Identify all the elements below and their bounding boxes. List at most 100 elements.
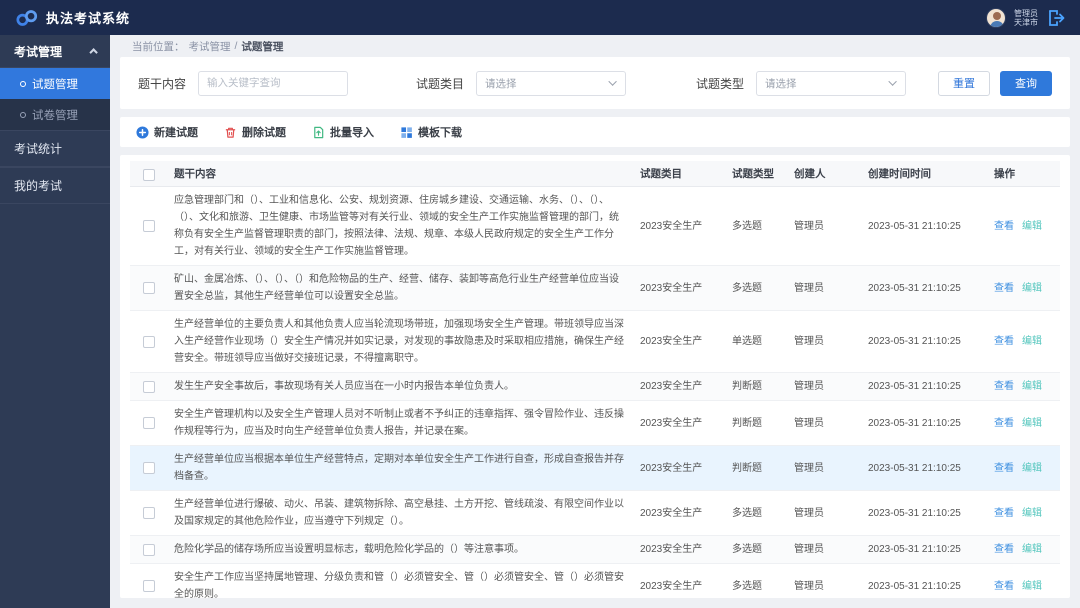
type-select-value: 请选择 [765,77,797,90]
view-link[interactable]: 查看 [994,541,1014,558]
template-grid-icon [401,126,412,138]
view-link[interactable]: 查看 [994,218,1014,235]
sidebar: 考试管理 试题管理 试卷管理 考试统计 我的考试 [0,35,110,608]
question-content: 应急管理部门和（）、工业和信息化、公安、规划资源、住房城乡建设、交通运输、水务、… [174,195,619,257]
edit-link[interactable]: 编辑 [1022,378,1042,395]
question-creator: 管理员 [794,417,824,429]
question-created-time: 2023-05-31 21:10:25 [868,580,961,592]
batch-import-button[interactable]: 批量导入 [312,124,374,140]
top-header: 执法考试系统 管理员 天津市 [0,0,1080,35]
edit-link[interactable]: 编辑 [1022,333,1042,350]
view-link[interactable]: 查看 [994,578,1014,595]
question-content: 发生生产安全事故后，事故现场有关人员应当在一小时内报告本单位负责人。 [174,381,514,392]
sidebar-item-label: 考试统计 [14,142,63,156]
delete-question-label: 删除试题 [242,127,286,139]
table-row: 矿山、金属冶炼、（）、（）、（）和危险物品的生产、经营、储存、装卸等高危行业生产… [130,266,1060,311]
table-row: 安全生产工作应当坚持属地管理、分级负责和管（）必须管安全、管（）必须管安全、管（… [130,564,1060,608]
question-creator: 管理员 [794,381,824,392]
table-row: 安全生产管理机构以及安全生产管理人员对不听制止或者不予纠正的违章指挥、强令冒险作… [130,401,1060,446]
question-created-time: 2023-05-31 21:10:25 [868,282,961,294]
row-checkbox[interactable] [143,220,155,232]
sidebar-item-paper-management[interactable]: 试卷管理 [0,99,110,130]
app-root: 执法考试系统 管理员 天津市 考试管理 试题管理 试卷管理 考试统计 我的考试 … [0,0,1080,608]
main-content: 当前位置： 考试管理 / 试题管理 题干内容 试题类目 请选择 试题类型 请选择 [110,35,1080,608]
view-link[interactable]: 查看 [994,460,1014,477]
table-toolbar: 新建试题 删除试题 批量导入 模板下载 [120,117,1070,147]
question-category: 2023安全生产 [640,417,703,429]
question-content: 矿山、金属冶炼、（）、（）、（）和危险物品的生产、经营、储存、装卸等高危行业生产… [174,274,619,302]
avatar[interactable] [986,7,1006,28]
question-creator: 管理员 [794,580,824,592]
question-created-time: 2023-05-31 21:10:25 [868,462,961,474]
question-category: 2023安全生产 [640,282,703,294]
new-question-label: 新建试题 [154,127,198,139]
type-label: 试题类型 [696,76,745,91]
header-type: 试题类型 [732,168,774,180]
question-category: 2023安全生产 [640,580,703,592]
edit-link[interactable]: 编辑 [1022,415,1042,432]
row-checkbox[interactable] [143,507,155,519]
edit-link[interactable]: 编辑 [1022,218,1042,235]
sidebar-item-my-exams[interactable]: 我的考试 [0,167,110,204]
sidebar-item-exam-statistics[interactable]: 考试统计 [0,130,110,167]
type-select[interactable]: 请选择 [756,70,907,96]
edit-link[interactable]: 编辑 [1022,578,1042,595]
edit-link[interactable]: 编辑 [1022,541,1042,558]
row-checkbox[interactable] [143,380,155,393]
delete-question-button[interactable]: 删除试题 [224,124,286,140]
sidebar-item-label: 试卷管理 [32,109,78,122]
user-org: 天津市 [1014,17,1038,27]
question-type: 多选题 [732,507,762,519]
question-type: 多选题 [732,580,762,592]
row-checkbox[interactable] [143,282,155,294]
circle-icon [20,80,26,87]
sidebar-group-exam-management[interactable]: 考试管理 [0,35,110,68]
category-select[interactable]: 请选择 [476,70,627,96]
user-name: 管理员 [1014,8,1038,18]
row-checkbox[interactable] [143,462,155,474]
reset-button[interactable]: 重置 [938,70,990,96]
view-link[interactable]: 查看 [994,378,1014,395]
table-row: 生产经营单位的主要负责人和其他负责人应当轮流现场带班，加强现场安全生产管理。带班… [130,311,1060,373]
table-row: 生产经营单位进行爆破、动火、吊装、建筑物拆除、高空悬挂、土方开挖、管线疏浚、有限… [130,491,1060,536]
filter-bar: 题干内容 试题类目 请选择 试题类型 请选择 重置 查询 [120,57,1070,109]
row-checkbox[interactable] [143,417,155,429]
edit-link[interactable]: 编辑 [1022,505,1042,522]
search-button[interactable]: 查询 [1000,70,1052,96]
select-all-checkbox[interactable] [143,168,155,181]
row-checkbox[interactable] [143,543,155,556]
header-creator: 创建人 [794,168,826,180]
question-creator: 管理员 [794,507,824,519]
template-download-button[interactable]: 模板下载 [400,124,462,140]
edit-link[interactable]: 编辑 [1022,280,1042,297]
question-created-time: 2023-05-31 21:10:25 [868,220,961,232]
app-title: 执法考试系统 [46,11,131,26]
header-user-area: 管理员 天津市 [986,7,1066,28]
question-created-time: 2023-05-31 21:10:25 [868,381,961,392]
row-checkbox[interactable] [143,580,155,592]
row-checkbox[interactable] [143,335,155,348]
question-creator: 管理员 [794,544,824,555]
table-header-row: 题干内容 试题类目 试题类型 创建人 创建时间时间 操作 [130,161,1060,187]
view-link[interactable]: 查看 [994,333,1014,350]
view-link[interactable]: 查看 [994,415,1014,432]
question-type: 判断题 [732,462,762,474]
view-link[interactable]: 查看 [994,280,1014,297]
question-created-time: 2023-05-31 21:10:25 [868,544,961,555]
breadcrumb-current: 试题管理 [241,40,284,53]
edit-link[interactable]: 编辑 [1022,460,1042,477]
question-type: 多选题 [732,220,762,232]
sidebar-item-label: 我的考试 [14,179,63,193]
view-link[interactable]: 查看 [994,505,1014,522]
trash-icon [225,127,236,138]
table-row: 危险化学品的储存场所应当设置明显标志，载明危险化学品的（）等注意事项。 2023… [130,536,1060,564]
circle-icon [20,111,26,118]
sidebar-group-label: 考试管理 [14,44,63,59]
question-category: 2023安全生产 [640,507,703,519]
sidebar-item-question-management[interactable]: 试题管理 [0,68,110,99]
new-question-button[interactable]: 新建试题 [136,124,198,140]
table-row: 生产经营单位应当根据本单位生产经营特点，定期对本单位安全生产工作进行自查，形成自… [130,446,1060,491]
logout-icon[interactable] [1046,8,1066,28]
category-select-value: 请选择 [485,77,517,90]
keyword-input[interactable] [198,70,349,96]
